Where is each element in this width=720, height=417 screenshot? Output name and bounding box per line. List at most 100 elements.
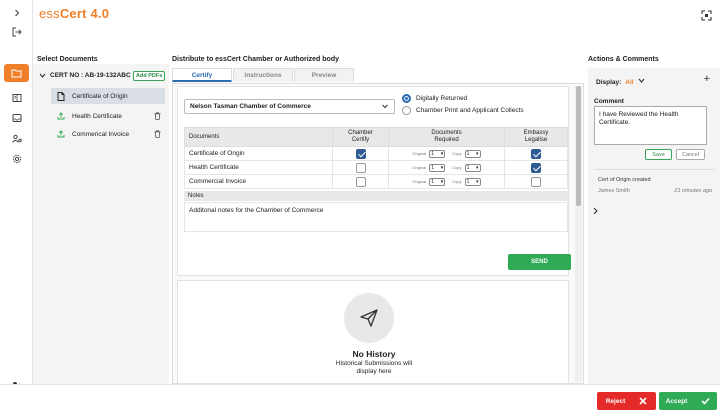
radio-button[interactable] — [402, 106, 411, 115]
certify-checkbox[interactable] — [355, 176, 366, 187]
legalise-cell — [504, 160, 568, 175]
add-pdfs-button[interactable]: Add PDFs — [133, 71, 166, 81]
document-label: Health Certificate — [72, 112, 122, 120]
side-rail — [0, 0, 33, 417]
certify-card: Nelson Tasman Chamber of Commerce Digita… — [177, 86, 571, 276]
copy-stepper[interactable]: 1 ▾ — [464, 149, 481, 158]
display-filter[interactable]: Display: All — [596, 77, 645, 86]
document-item-certificate-of-origin[interactable]: Certificate of Origin — [51, 88, 165, 104]
reject-button[interactable]: Reject — [597, 392, 656, 410]
original-stepper[interactable]: 1 ▾ — [429, 177, 446, 186]
notes-header: Notes — [184, 191, 568, 201]
certify-checkbox[interactable] — [355, 148, 366, 159]
tab-certify[interactable]: Certify — [172, 68, 232, 82]
header-documents-required: Documents Required — [388, 127, 505, 147]
copy-value: 1 — [466, 178, 470, 185]
cert-header[interactable]: CERT NO : AB-19-132ABC — [39, 72, 131, 79]
row-document-name: Commercial Invoice — [184, 174, 333, 189]
logo-main: Cert 4.0 — [59, 6, 110, 21]
trash-icon[interactable] — [154, 112, 161, 120]
document-item-health-certificate[interactable]: Health Certificate — [51, 108, 165, 124]
comment-input[interactable]: I have Reviewed the Health Certificate. — [594, 106, 707, 145]
divider — [594, 169, 714, 170]
gear-icon[interactable] — [0, 150, 33, 168]
certify-cell — [332, 160, 389, 175]
header-embassy-legalise: Embassy Legalise — [504, 127, 568, 147]
chevron-down-icon: ▾ — [476, 178, 479, 185]
copy-stepper[interactable]: 1 ▾ — [464, 177, 481, 186]
legalise-checkbox[interactable] — [531, 148, 541, 159]
comment-header: Comment — [594, 98, 624, 105]
upload-icon — [57, 112, 65, 120]
legalise-cell — [504, 146, 568, 161]
user-settings-icon[interactable] — [0, 130, 33, 148]
inbox-icon[interactable] — [0, 109, 33, 127]
radio-button[interactable] — [402, 94, 411, 103]
table-row: Certificate of Origin Original 1 ▾ Copy 1… — [184, 146, 568, 161]
radio-label: Digitally Returned — [416, 95, 468, 102]
legalise-checkbox[interactable] — [531, 176, 541, 187]
radio-digitally-returned[interactable]: Digitally Returned — [402, 94, 467, 103]
top-bar: essCert 4.0 — [33, 0, 720, 34]
docs-required-cell: Original 1 ▾ Copy 1 ▾ — [388, 174, 505, 189]
history-item-user: James Smith — [598, 188, 630, 194]
legalise-checkbox[interactable] — [531, 162, 541, 173]
select-documents-title: Select Documents — [37, 56, 98, 63]
close-icon — [639, 397, 647, 405]
chamber-select-value: Nelson Tasman Chamber of Commerce — [190, 103, 311, 110]
cert-number: CERT NO : AB-19-132ABC — [50, 72, 131, 79]
document-label: Certificate of Origin — [72, 92, 128, 100]
display-label: Display: — [596, 79, 622, 86]
table-header-row: Documents Chamber Certify Documents Requ… — [184, 127, 568, 147]
scrollbar[interactable] — [575, 86, 582, 382]
header-chamber-certify: Chamber Certify — [332, 127, 389, 147]
document-label: Commerical Invoice — [72, 130, 130, 138]
no-history-title: No History — [352, 349, 396, 359]
docs-required-cell: Original 1 ▾ Copy 1 ▾ — [388, 146, 505, 161]
chevron-down-icon: ▾ — [440, 164, 444, 171]
send-button[interactable]: SEND — [508, 254, 571, 270]
original-label: Original — [412, 179, 427, 184]
scrollbar-thumb[interactable] — [576, 86, 581, 206]
copy-stepper[interactable]: 1 ▾ — [464, 163, 481, 172]
upload-icon — [57, 130, 65, 138]
accept-label: Accept — [665, 397, 688, 405]
copy-label: Copy — [452, 179, 462, 184]
legalise-cell — [504, 174, 568, 189]
chamber-select[interactable]: Nelson Tasman Chamber of Commerce — [184, 99, 395, 114]
history-card: No History Historical Submissions will d… — [177, 280, 569, 384]
tab-bar: Certify Instructions Preview — [172, 68, 355, 82]
save-button[interactable]: Save — [645, 149, 672, 160]
original-value: 1 — [431, 150, 434, 157]
reject-label: Reject — [605, 397, 626, 405]
distribute-panel: Certify Instructions Preview Nelson Tasm… — [172, 58, 584, 384]
history-item-text: Cert of Origin created — [598, 177, 651, 183]
tab-preview[interactable]: Preview — [294, 68, 354, 82]
radio-print-collect[interactable]: Chamber Print and Applicant Collects — [402, 106, 524, 115]
trash-icon[interactable] — [154, 130, 161, 138]
folder-icon[interactable] — [4, 64, 29, 82]
book-icon[interactable] — [0, 89, 33, 107]
original-value: 1 — [431, 178, 434, 185]
no-history-subtitle-2: display here — [356, 368, 392, 375]
certify-panel: Nelson Tasman Chamber of Commerce Digita… — [172, 83, 584, 384]
logout-icon[interactable] — [0, 23, 33, 41]
expand-icon[interactable] — [701, 10, 712, 21]
document-item-commercial-invoice[interactable]: Commerical Invoice — [51, 126, 165, 142]
chevron-right-icon[interactable] — [0, 4, 33, 22]
documents-table: Documents Chamber Certify Documents Requ… — [184, 127, 568, 189]
original-stepper[interactable]: 1 ▾ — [429, 163, 446, 172]
certify-checkbox[interactable] — [355, 162, 366, 173]
notes-field[interactable]: Additonal notes for the Chamber of Comme… — [184, 202, 568, 232]
original-stepper[interactable]: 1 ▾ — [429, 149, 446, 158]
chevron-down-icon: ▾ — [440, 178, 444, 185]
docs-required-cell: Original 1 ▾ Copy 1 ▾ — [388, 160, 505, 175]
header-documents: Documents — [184, 127, 333, 147]
accept-button[interactable]: Accept — [659, 392, 717, 410]
cancel-button[interactable]: Cancel — [676, 149, 705, 160]
actions-comments-title: Actions & Comments — [588, 56, 659, 63]
row-document-name: Certificate of Origin — [184, 146, 333, 161]
plus-icon[interactable]: + — [704, 73, 710, 85]
tab-instructions[interactable]: Instructions — [233, 68, 293, 82]
chevron-right-icon[interactable] — [592, 207, 599, 215]
